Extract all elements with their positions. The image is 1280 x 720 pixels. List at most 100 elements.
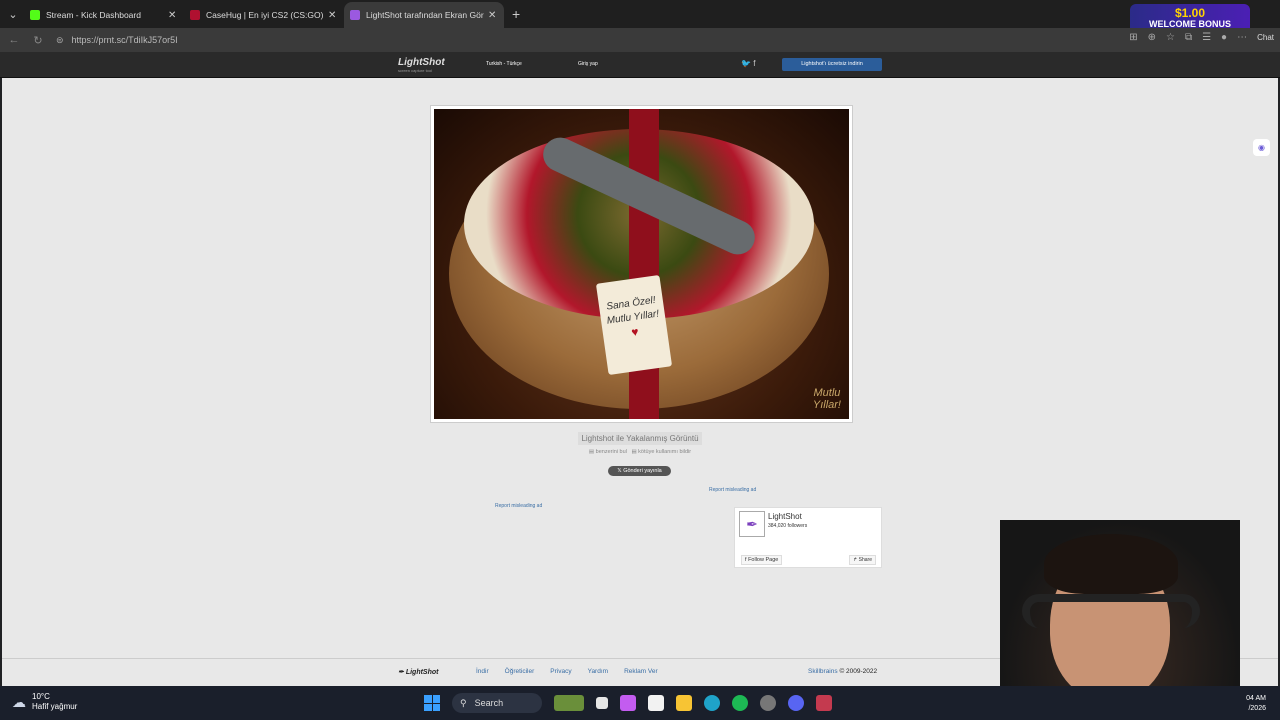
find-similar-link[interactable]: ▤ benzerini bul [589, 449, 627, 455]
extension-floating-icon[interactable]: ◉ [1253, 139, 1270, 156]
footer-link-download[interactable]: İndir [476, 668, 489, 675]
fb-page-name[interactable]: LightShot [768, 512, 802, 521]
download-button[interactable]: Lightshot'ı ücretsiz indirin [782, 58, 882, 71]
site-info-icon[interactable]: ⊜ [56, 35, 64, 46]
corner-greeting: Mutlu Yıllar! [813, 387, 841, 411]
lightshot-favicon-icon [350, 10, 360, 20]
install-app-icon[interactable]: ⊞ [1129, 32, 1137, 43]
streamer-hair [1044, 534, 1178, 594]
tab-title: CaseHug | En iyi CS2 (CS:GO) kasa [206, 10, 324, 20]
kick-favicon-icon [30, 10, 40, 20]
search-label: Search [474, 698, 504, 708]
footer-logo[interactable]: ✒ LightShot [398, 668, 438, 676]
corner-line-2: Yıllar! [812, 399, 841, 411]
logo-text: LightShot [398, 57, 445, 68]
tab-kick-dashboard[interactable]: Stream - Kick Dashboard ✕ [24, 2, 184, 28]
microsoft-store-icon[interactable] [648, 695, 664, 711]
chat-button[interactable]: Chat [1257, 33, 1274, 42]
promo-amount: $1.00 [1174, 6, 1206, 20]
file-explorer-icon[interactable] [676, 695, 692, 711]
facebook-icon: f [745, 557, 747, 563]
lightshot-logo[interactable]: LightShot screen capture tool [398, 57, 445, 73]
copyright: Skillbrains © 2009-2022 [808, 668, 877, 675]
tab-title: Stream - Kick Dashboard [46, 10, 141, 20]
report-abuse-link[interactable]: ▤ kötüye kullanımı bildir [631, 449, 691, 455]
footer-links: İndir Öğreticiler Privacy Yardım Reklam … [476, 668, 658, 675]
browser-toolbar: ⊞ ⊕ ☆ ⧉ ☰ ● ⋯ Chat [1129, 32, 1274, 43]
tweet-button[interactable]: 𝕏 Gönderi yayınla [608, 466, 671, 476]
share-button[interactable]: ↱ Share [849, 555, 876, 565]
tab-title: LightShot tarafından Ekran Görünt [366, 10, 484, 20]
footer-link-privacy[interactable]: Privacy [550, 668, 571, 675]
footer-logo-text: LightShot [405, 669, 439, 676]
login-link[interactable]: Giriş yap [578, 61, 598, 67]
clock-date: /2026 [1248, 705, 1266, 712]
browser-tab-bar: ⌄ Stream - Kick Dashboard ✕ CaseHug | En… [0, 0, 1280, 34]
headphones [1022, 594, 1200, 628]
cake-screenshot-image[interactable]: Sana Özel! Mutlu Yıllar! ♥ Mutlu Yıllar! [434, 109, 849, 419]
image-action-links: ▤ benzerini bul ▤ kötüye kullanımı bildi… [2, 449, 1278, 455]
logo-tagline: screen capture tool [398, 68, 433, 73]
task-view-icon[interactable] [596, 697, 608, 709]
windows-start-icon[interactable] [424, 695, 440, 711]
gift-tag: Sana Özel! Mutlu Yıllar! ♥ [595, 274, 673, 376]
taskbar-search[interactable]: ⚲ Search [452, 693, 542, 713]
tab-search-dropdown-icon[interactable]: ⌄ [2, 3, 24, 25]
close-tab-icon[interactable]: ✕ [168, 10, 178, 21]
settings-icon[interactable] [760, 695, 776, 711]
share-arrow-icon: ↱ [853, 557, 858, 563]
favorites-list-icon[interactable]: ☰ [1202, 32, 1211, 43]
footer-link-tutorials[interactable]: Öğreticiler [505, 668, 535, 675]
edge-browser-icon[interactable] [704, 695, 720, 711]
extensions-icon[interactable]: ⧉ [1185, 32, 1192, 43]
address-bar-row: ← ↻ ⊜ https://prnt.sc/TdiIkJ57or5I ⊞ ⊕ ☆… [0, 28, 1280, 52]
language-selector[interactable]: Turkish - Türkçe [486, 61, 522, 67]
url-field[interactable]: ⊜ https://prnt.sc/TdiIkJ57or5I [56, 31, 1056, 49]
spotify-icon[interactable] [732, 695, 748, 711]
system-clock[interactable]: 04 AM /2026 [1246, 694, 1266, 714]
feather-icon: ✒ [398, 669, 404, 676]
follow-page-button[interactable]: f Follow Page [741, 555, 783, 565]
streaming-app-icon[interactable] [816, 695, 832, 711]
close-tab-icon[interactable]: ✕ [488, 10, 498, 21]
reload-icon[interactable]: ↻ [28, 34, 48, 47]
back-arrow-icon[interactable]: ← [4, 34, 24, 46]
twitter-icon[interactable]: 🐦 [741, 59, 751, 68]
windows-taskbar: ☁ 10°C Hafif yağmur ⚲ Search 04 AM /2026 [0, 686, 1280, 720]
temperature: 10°C [32, 692, 50, 701]
x-logo-icon: 𝕏 [617, 468, 622, 474]
profile-avatar[interactable]: ● [1221, 32, 1227, 43]
rain-cloud-icon: ☁ [12, 694, 26, 710]
new-tab-plus-icon[interactable]: + [512, 6, 520, 22]
report-ad-link[interactable]: Report misleading ad [495, 503, 542, 509]
copilot-icon[interactable] [620, 695, 636, 711]
favorite-star-icon[interactable]: ☆ [1166, 32, 1175, 43]
weather-widget[interactable]: ☁ 10°C Hafif yağmur [12, 692, 77, 712]
tweet-label: Gönderi yayınla [623, 468, 662, 474]
close-tab-icon[interactable]: ✕ [328, 10, 338, 21]
corner-line-1: Mutlu [813, 387, 841, 399]
clock-time: 04 AM [1246, 695, 1266, 702]
tab-lightshot[interactable]: LightShot tarafından Ekran Görünt ✕ [344, 2, 504, 28]
fb-followers: 384,020 followers [768, 523, 808, 529]
social-links: 🐦 f [741, 59, 755, 68]
zoom-icon[interactable]: ⊕ [1148, 32, 1156, 43]
facebook-icon[interactable]: f [753, 59, 755, 68]
find-similar-label: benzerini bul [595, 449, 627, 455]
footer-link-advertise[interactable]: Reklam Ver [624, 668, 658, 675]
share-label: Share [858, 557, 872, 563]
report-ad-link[interactable]: Report misleading ad [709, 487, 756, 493]
lightshot-header: LightShot screen capture tool Turkish - … [0, 52, 1280, 78]
copyright-years: © 2009-2022 [839, 668, 878, 675]
skillbrains-link[interactable]: Skillbrains [808, 668, 838, 675]
widget-image-icon[interactable] [554, 695, 584, 711]
lightshot-feather-icon[interactable]: ✒ [739, 511, 765, 537]
report-abuse-label: kötüye kullanımı bildir [638, 449, 692, 455]
url-text: https://prnt.sc/TdiIkJ57or5I [71, 35, 178, 45]
more-menu-icon[interactable]: ⋯ [1237, 32, 1247, 43]
tab-casehug[interactable]: CaseHug | En iyi CS2 (CS:GO) kasa ✕ [184, 2, 344, 28]
taskbar-apps: ⚲ Search [424, 693, 832, 713]
discord-icon[interactable] [788, 695, 804, 711]
footer-link-help[interactable]: Yardım [588, 668, 608, 675]
image-caption: Lightshot ile Yakalanmış Görüntü [2, 432, 1278, 445]
